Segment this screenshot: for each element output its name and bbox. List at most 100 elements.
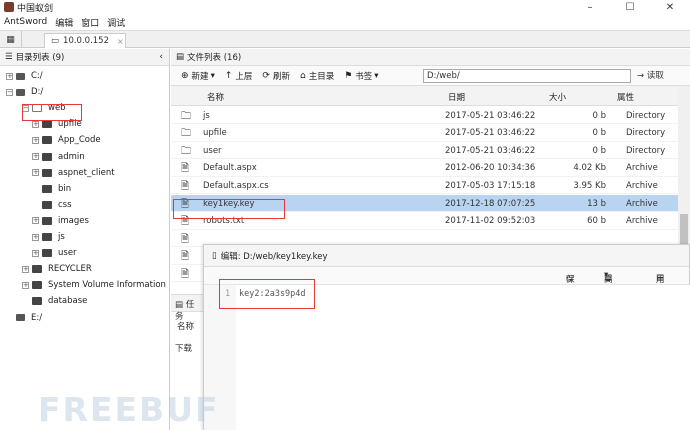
editor-title: 编辑: D:/web/key1key.key (220, 251, 328, 262)
column-size[interactable]: 大小 (549, 91, 566, 103)
tree-item-label: E:/ (31, 312, 43, 323)
folder-icon (42, 136, 52, 145)
task-icon: ▤ (175, 300, 184, 310)
highlight-box-key (173, 199, 285, 219)
file-date: 2017-11-02 09:52:03 (445, 216, 536, 227)
code-editor[interactable]: 1 key2:2a3s9p4d (204, 279, 690, 430)
file-attr: Directory (626, 110, 666, 121)
folder-icon: 🗀 (181, 145, 191, 157)
tab-close-icon[interactable]: × (117, 37, 124, 46)
tree-item[interactable]: + images (32, 214, 89, 228)
expand-icon[interactable]: + (32, 136, 39, 144)
tree-item-label: user (58, 248, 77, 259)
drive-icon (16, 88, 25, 96)
file-size: 60 b (587, 216, 606, 227)
bookmark-button[interactable]: ⚑ 书签 ▾ (344, 70, 378, 82)
watermark: FREEBUF (38, 390, 220, 429)
expand-icon[interactable]: + (32, 153, 39, 160)
folder-icon (42, 233, 52, 241)
column-date[interactable]: 日期 (448, 91, 465, 103)
tree-item[interactable]: + user (32, 246, 77, 260)
task-download[interactable]: 下载 (171, 332, 206, 354)
tree-item[interactable]: + admin (32, 150, 85, 164)
tree-item-label: aspnet_client (58, 167, 115, 178)
folder-icon (42, 184, 52, 193)
file-size: 0 b (592, 145, 606, 156)
file-icon: 🗎 (181, 268, 190, 280)
expand-icon[interactable]: + (32, 233, 39, 241)
file-row[interactable]: 🗀 js 2017-05-21 03:46:22 0 b Directory (171, 107, 678, 125)
file-list-icon: ▤ (176, 52, 185, 62)
file-row[interactable]: 🗎 Default.aspx 2012-06-20 10:34:36 4.02 Kb A… (171, 159, 678, 177)
expand-icon[interactable]: + (32, 217, 39, 225)
tree-item-label: images (58, 215, 89, 226)
refresh-icon: ⟳ (262, 70, 270, 81)
tree-item-label: css (58, 199, 72, 210)
tree-item[interactable]: database (22, 294, 87, 308)
column-attr[interactable]: 属性 (617, 91, 634, 103)
refresh-button[interactable]: ⟳ 刷新 (262, 70, 290, 82)
file-date: 2017-05-21 03:46:22 (445, 110, 536, 121)
menu-antsword[interactable]: AntSword (4, 17, 47, 27)
expand-icon[interactable]: + (22, 281, 29, 289)
tree-item[interactable]: − D:/ (6, 85, 43, 99)
tree-item-label: C:/ (31, 71, 43, 81)
tree-item[interactable]: E:/ (6, 311, 42, 325)
window-title: 中国蚁剑 (17, 3, 54, 14)
expand-icon[interactable]: + (32, 249, 39, 257)
file-date: 2017-12-18 07:07:25 (445, 198, 536, 209)
read-button[interactable]: → 读取 (637, 69, 664, 81)
column-name[interactable]: 名称 (207, 91, 224, 103)
file-size: 0 b (592, 128, 606, 139)
tree-item[interactable]: css (32, 198, 72, 212)
tree-item[interactable]: + aspnet_client (32, 166, 115, 180)
menu-window[interactable]: 窗口 (81, 16, 99, 29)
tree-item[interactable]: + System Volume Information (22, 278, 166, 292)
home-button[interactable]: ⌂ 主目录 (300, 70, 334, 82)
file-name: user (203, 145, 222, 156)
folder-icon (42, 152, 52, 161)
file-size: 0 b (592, 110, 606, 121)
tree-item[interactable]: + C:/ (6, 69, 43, 83)
file-name: js (203, 110, 210, 121)
tree-item[interactable]: + RECYCLER (22, 262, 92, 276)
collapse-icon[interactable]: ‹ (159, 52, 163, 62)
tree-item[interactable]: + js (32, 230, 65, 244)
highlight-select[interactable]: ▤ 高亮 ▾ (604, 270, 613, 297)
tree-item[interactable]: + App_Code (32, 133, 101, 147)
path-input[interactable]: D:/web/ (423, 69, 631, 83)
expand-icon[interactable]: + (22, 265, 29, 273)
new-button[interactable]: ⊕ 新建 ▾ (181, 70, 215, 82)
folder-icon (32, 297, 42, 306)
drive-icon (16, 314, 25, 321)
collapse-tree-icon[interactable]: − (6, 88, 13, 96)
file-row[interactable]: 🗀 user 2017-05-21 03:46:22 0 b Directory (171, 142, 678, 160)
folder-icon: 🗀 (181, 110, 191, 122)
tab-bar: ▦ ▭ 10.0.0.152 × (0, 30, 690, 48)
file-icon: 🗎 (181, 163, 190, 175)
up-button[interactable]: ↑ 上层 (225, 70, 253, 82)
close-button[interactable]: ✕ (650, 0, 690, 14)
grid-icon[interactable]: ▦ (0, 31, 22, 48)
maximize-button[interactable]: ☐ (610, 0, 650, 14)
file-icon: 🗎 (181, 251, 190, 263)
menu-edit[interactable]: 编辑 (55, 16, 73, 29)
file-row[interactable]: 🗀 upfile 2017-05-21 03:46:22 0 b Directory (171, 124, 678, 142)
list-icon: ☰ (5, 52, 13, 62)
tree-item-label: System Volume Information (48, 280, 166, 291)
app-icon (4, 2, 14, 12)
tree-item[interactable]: bin (32, 182, 71, 196)
tab-label: 10.0.0.152 (63, 36, 109, 46)
menu-debug[interactable]: 调试 (107, 16, 125, 29)
file-date: 2017-05-03 17:15:18 (445, 180, 536, 191)
tree-item-label: admin (58, 151, 85, 162)
file-size: 4.02 Kb (573, 163, 606, 174)
minimize-button[interactable]: – (570, 0, 610, 14)
folder-icon (42, 168, 52, 177)
file-attr: Archive (626, 198, 658, 209)
expand-icon[interactable]: + (32, 120, 39, 128)
expand-icon[interactable]: + (32, 169, 39, 177)
file-row[interactable]: 🗎 Default.aspx.cs 2017-05-03 17:15:18 3.95 … (171, 177, 678, 195)
expand-icon[interactable]: + (6, 72, 13, 80)
tab-host[interactable]: ▭ 10.0.0.152 × (44, 33, 126, 48)
